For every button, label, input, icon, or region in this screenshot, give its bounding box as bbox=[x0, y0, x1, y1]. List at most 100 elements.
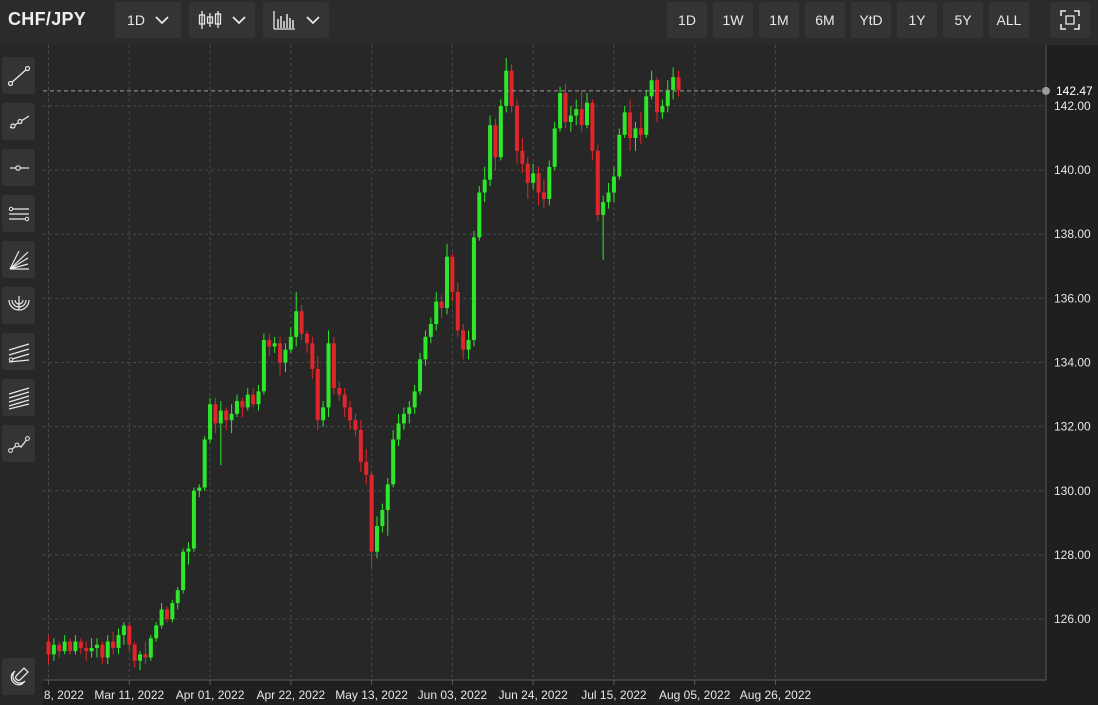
candle-body bbox=[380, 510, 385, 527]
candle-body bbox=[256, 391, 261, 405]
ray-tool[interactable] bbox=[2, 103, 35, 140]
candle-body bbox=[310, 343, 315, 369]
candle-body bbox=[78, 641, 83, 648]
candle-body bbox=[261, 340, 266, 392]
candle-body bbox=[407, 407, 412, 414]
y-tick-label: 136.00 bbox=[1054, 291, 1091, 305]
candle-body bbox=[358, 429, 363, 462]
candle-body bbox=[251, 394, 256, 405]
chevron-down-icon bbox=[155, 15, 169, 24]
candle-body bbox=[595, 150, 600, 215]
candle-body bbox=[385, 484, 390, 511]
candle-body bbox=[208, 404, 213, 440]
candle-body bbox=[412, 391, 417, 408]
range-6m-button[interactable]: 6M bbox=[805, 2, 845, 38]
candle-body bbox=[547, 166, 552, 199]
candle-body bbox=[401, 413, 406, 424]
y-tick-label: 126.00 bbox=[1054, 612, 1091, 626]
range-1y-button[interactable]: 1Y bbox=[897, 2, 937, 38]
candle-body bbox=[439, 301, 444, 308]
candle-body bbox=[391, 439, 396, 485]
candle-body bbox=[466, 340, 471, 350]
candle-body bbox=[493, 125, 498, 158]
interval-label: 1D bbox=[127, 12, 145, 28]
candle-body bbox=[84, 647, 89, 652]
chevron-down-icon bbox=[232, 15, 246, 24]
y-tick-label: 128.00 bbox=[1054, 548, 1091, 562]
parallel-channel-tool[interactable] bbox=[2, 195, 35, 232]
candle-body bbox=[471, 237, 476, 341]
candle-body bbox=[234, 400, 239, 414]
chart-type-dropdown[interactable] bbox=[189, 2, 255, 38]
candle-body bbox=[304, 333, 309, 344]
x-tick-label: May 13, 2022 bbox=[335, 688, 408, 702]
candle-body bbox=[299, 311, 304, 334]
price-chart[interactable]: 126.00 128.00 130.00 132.00 134.00 136.00 138.… bbox=[43, 45, 1098, 705]
range-1w-button[interactable]: 1W bbox=[713, 2, 753, 38]
candle-body bbox=[504, 70, 509, 106]
polyline-tool[interactable] bbox=[2, 425, 35, 462]
candle-body bbox=[154, 625, 159, 639]
candle-body bbox=[138, 654, 143, 661]
candle-body bbox=[418, 359, 423, 392]
fullscreen-icon bbox=[1060, 10, 1080, 30]
candle-body bbox=[186, 548, 191, 552]
candle-body bbox=[482, 179, 487, 193]
fibonacci-channel-icon bbox=[8, 342, 29, 363]
candle-body bbox=[509, 70, 514, 106]
candle-body bbox=[159, 609, 164, 626]
y-tick-label: 132.00 bbox=[1054, 420, 1091, 434]
x-tick-label: Jun 24, 2022 bbox=[498, 688, 568, 702]
candle-body bbox=[633, 128, 638, 139]
candle-body bbox=[348, 407, 353, 421]
candle-body bbox=[531, 173, 536, 183]
horizontal-ray-tool[interactable] bbox=[2, 149, 35, 186]
volume-bars-icon bbox=[273, 11, 295, 30]
range-all-button[interactable]: ALL bbox=[989, 2, 1029, 38]
range-1d-button[interactable]: 1D bbox=[667, 2, 707, 38]
candle-body bbox=[628, 112, 633, 139]
candle-body bbox=[331, 343, 336, 389]
candle-body bbox=[660, 105, 665, 113]
range-5y-button[interactable]: 5Y bbox=[943, 2, 983, 38]
candle-body bbox=[175, 590, 180, 604]
candlestick-icon bbox=[198, 11, 222, 29]
candle-body bbox=[520, 150, 525, 164]
fan-tool[interactable] bbox=[2, 241, 35, 278]
pitchfork-tool[interactable] bbox=[2, 379, 35, 416]
x-tick-label: Apr 22, 2022 bbox=[256, 688, 325, 702]
candle-body bbox=[585, 102, 589, 126]
x-tick-label: Apr 01, 2022 bbox=[176, 688, 245, 702]
candle-body bbox=[461, 330, 466, 350]
candle-body bbox=[272, 343, 277, 347]
range-ytd-button[interactable]: YtD bbox=[851, 2, 891, 38]
candle-body bbox=[326, 343, 331, 408]
candle-body bbox=[245, 394, 250, 408]
candle-body bbox=[644, 96, 649, 135]
magnet-tool[interactable] bbox=[2, 658, 35, 695]
candle-body bbox=[68, 641, 73, 652]
candle-body bbox=[337, 388, 342, 395]
parallel-channel-icon bbox=[8, 206, 29, 221]
candle-body bbox=[197, 487, 202, 491]
candle-body bbox=[444, 256, 449, 308]
chevron-down-icon bbox=[306, 15, 320, 24]
fibonacci-arc-tool[interactable] bbox=[2, 287, 35, 324]
candle-body bbox=[132, 644, 137, 661]
fibonacci-channel-tool[interactable] bbox=[2, 333, 35, 370]
range-1m-button[interactable]: 1M bbox=[759, 2, 799, 38]
ray-icon bbox=[9, 114, 29, 129]
indicators-dropdown[interactable] bbox=[263, 2, 329, 38]
fullscreen-button[interactable] bbox=[1050, 2, 1090, 38]
horizontal-ray-icon bbox=[9, 164, 29, 171]
candle-body bbox=[218, 410, 223, 424]
candle-body bbox=[111, 641, 116, 648]
interval-dropdown[interactable]: 1D bbox=[115, 2, 181, 38]
candle-body bbox=[574, 109, 579, 116]
candle-body bbox=[148, 638, 153, 658]
candle-body bbox=[57, 644, 62, 652]
candle-body bbox=[315, 368, 320, 421]
trend-line-tool[interactable] bbox=[2, 57, 35, 94]
x-tick-label: Jun 03, 2022 bbox=[418, 688, 488, 702]
candle-body bbox=[536, 173, 541, 193]
